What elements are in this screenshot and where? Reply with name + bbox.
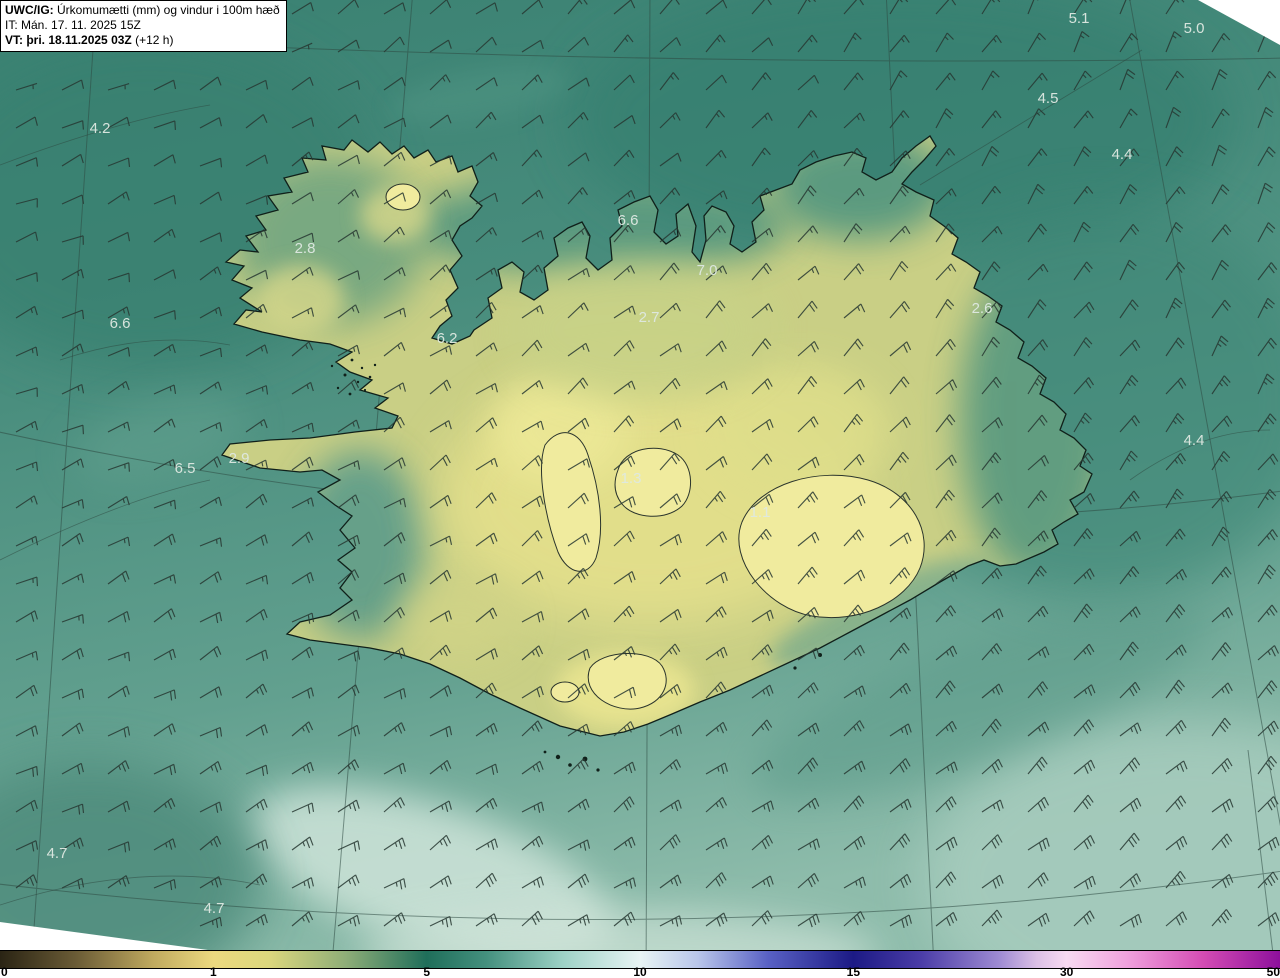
- title-line-init-time: IT: Mán. 17. 11. 2025 15Z: [5, 18, 141, 32]
- contour-value-label: 6.6: [110, 315, 131, 332]
- contour-value-label: 2.8: [295, 240, 316, 257]
- colorbar-tick: 5: [423, 965, 430, 978]
- colorbar-tick-labels: 0 1 5 10 15 30 50: [0, 965, 1280, 978]
- contour-value-label: 5.0: [1184, 20, 1205, 37]
- contour-value-label: 4.5: [1038, 90, 1059, 107]
- colorbar-tick: 15: [846, 965, 861, 978]
- weather-map: 4.2 2.8 6.6 6.5 2.9 6.2 6.6 7.0 2.7 2.6 4.5 4.4 4.4 5…: [0, 0, 1280, 978]
- contour-value-label: 7.0: [697, 262, 718, 279]
- contour-value-label: 2.7: [639, 309, 660, 326]
- contour-value-label: 4.2: [90, 120, 111, 137]
- colorbar-tick: 50: [1266, 965, 1280, 978]
- colorbar-tick: 0: [1, 965, 8, 978]
- weather-map-screen: 4.2 2.8 6.6 6.5 2.9 6.2 6.6 7.0 2.7 2.6 4.5 4.4 4.4 5…: [0, 0, 1280, 978]
- contour-value-label: 1.1: [750, 504, 771, 521]
- contour-value-label: 4.4: [1184, 432, 1205, 449]
- contour-value-label: 4.7: [47, 845, 68, 862]
- precipitation-colorbar: 0 1 5 10 15 30 50: [0, 950, 1280, 978]
- contour-value-label: 4.4: [1112, 146, 1133, 163]
- contour-value-label: 6.2: [437, 330, 458, 347]
- title-line-valid-time: VT: þri. 18.11.2025 03Z (+12 h): [5, 33, 174, 47]
- contour-value-label: 6.6: [618, 212, 639, 229]
- contour-value-label: 4.7: [204, 900, 225, 917]
- title-box: UWC/IG: Úrkomumætti (mm) og vindur i 100…: [0, 0, 287, 52]
- contour-value-label: 2.6: [972, 300, 993, 317]
- colorbar-tick: 10: [633, 965, 647, 978]
- colorbar-tick: 30: [1059, 965, 1074, 978]
- contour-value-label: 2.9: [229, 450, 250, 467]
- contour-value-label: 5.1: [1069, 10, 1090, 27]
- title-line-product: UWC/IG: Úrkomumætti (mm) og vindur i 100…: [5, 3, 280, 17]
- contour-value-label: 6.5: [175, 460, 196, 477]
- colorbar-tick: 1: [209, 965, 217, 978]
- contour-value-label: 1.3: [621, 470, 642, 487]
